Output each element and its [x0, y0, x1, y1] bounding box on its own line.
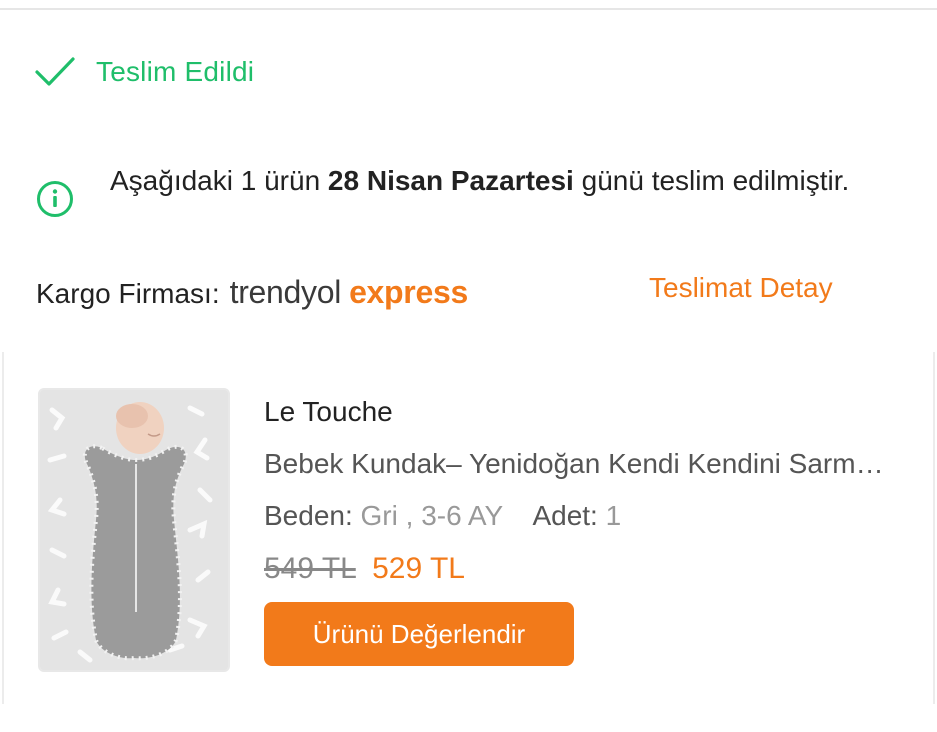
cargo-brand-logo: trendyol	[229, 274, 342, 310]
new-price: 529 TL	[372, 552, 465, 585]
order-detail-page: Teslim Edildi Aşağıdaki 1 ürün 28 Nisan …	[0, 0, 937, 732]
review-product-button[interactable]: Ürünü Değerlendir	[264, 602, 574, 666]
delivery-date: 28 Nisan Pazartesi	[327, 165, 574, 196]
cargo-brand-express: express	[349, 274, 468, 310]
top-divider	[0, 0, 937, 10]
qty-value: 1	[605, 500, 622, 531]
qty-label: Adet:	[532, 500, 598, 531]
product-card: Le Touche Bebek Kundak– Yenidoğan Kendi …	[2, 352, 935, 704]
product-image[interactable]	[38, 388, 230, 672]
product-brand: Le Touche	[264, 396, 393, 427]
delivery-info-text: Aşağıdaki 1 ürün 28 Nisan Pazartesi günü…	[110, 162, 849, 199]
delivery-detail-link[interactable]: Teslimat Detay	[649, 272, 833, 304]
size-value: Gri , 3-6 AY	[360, 500, 503, 531]
cargo-label: Kargo Firması:	[36, 278, 220, 309]
delivery-info: Aşağıdaki 1 ürün 28 Nisan Pazartesi günü…	[36, 162, 856, 218]
old-price: 549 TL	[264, 552, 356, 585]
baby-swaddle-image	[40, 390, 228, 670]
check-icon	[35, 57, 75, 86]
product-info: Le Touche Bebek Kundak– Yenidoğan Kendi …	[264, 396, 904, 592]
info-icon	[37, 181, 73, 217]
size-label: Beden:	[264, 500, 353, 531]
delivery-status: Teslim Edildi	[34, 52, 254, 92]
product-variant: Beden: Gri , 3-6 AY Adet: 1	[264, 500, 904, 540]
info-text-before: Aşağıdaki 1 ürün	[110, 165, 328, 196]
price-row: 549 TL 529 TL	[264, 552, 904, 592]
status-label: Teslim Edildi	[96, 56, 255, 87]
info-text-after: günü teslim edilmiştir.	[573, 165, 850, 196]
product-name[interactable]: Bebek Kundak– Yenidoğan Kendi Kendini Sa…	[264, 448, 894, 488]
cargo-company-row: Kargo Firması: trendyol express	[36, 274, 468, 311]
